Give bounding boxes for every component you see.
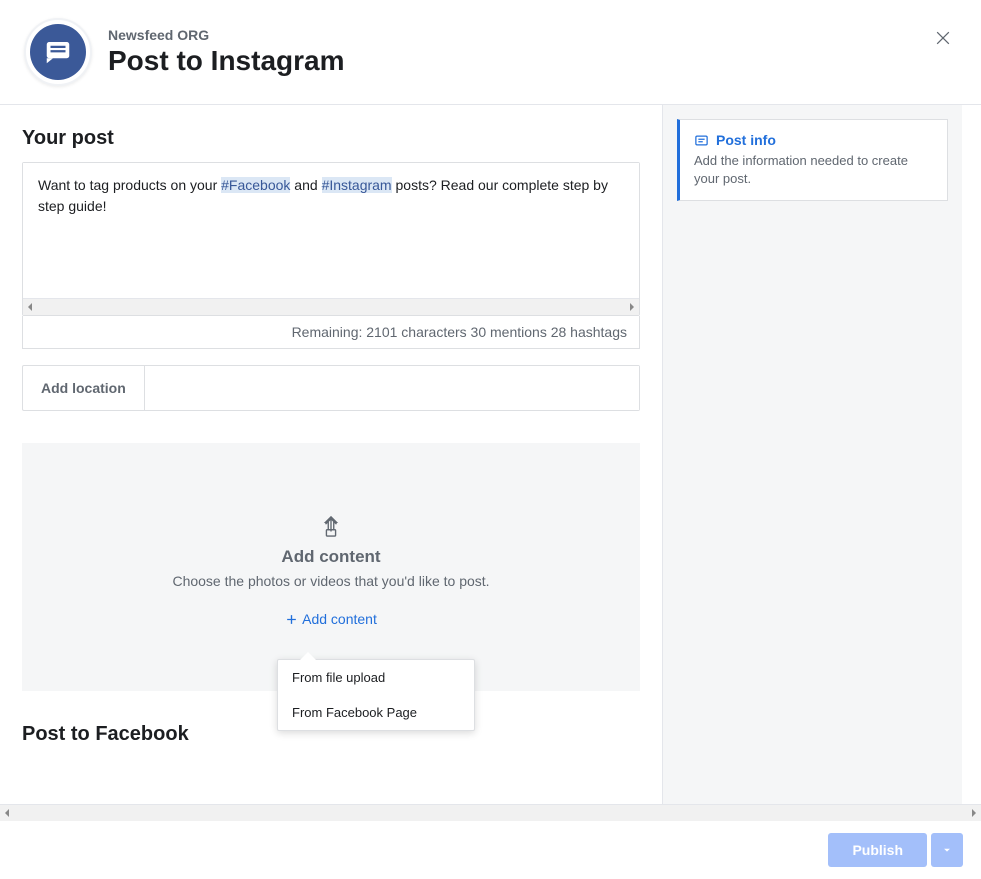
horizontal-scrollbar[interactable] (23, 298, 639, 315)
chat-icon (43, 37, 73, 67)
dropdown-file-upload[interactable]: From file upload (278, 660, 474, 695)
add-content-button[interactable]: Add content (285, 611, 377, 627)
add-content-desc: Choose the photos or videos that you'd l… (42, 573, 620, 589)
post-info-title: Post info (694, 132, 933, 148)
post-textarea-container: Want to tag products on your #Facebook a… (22, 162, 640, 316)
your-post-heading: Your post (22, 127, 640, 150)
org-name: Newsfeed ORG (108, 27, 344, 43)
post-text-input[interactable] (23, 163, 639, 293)
location-input[interactable] (145, 366, 639, 410)
close-icon (933, 28, 953, 48)
chevron-down-icon (942, 845, 952, 855)
org-logo (24, 18, 92, 86)
add-content-area: Add content Choose the photos or videos … (22, 443, 640, 691)
location-row: Add location (22, 365, 640, 411)
post-info-desc: Add the information needed to create you… (694, 152, 933, 188)
info-card-icon (694, 133, 709, 148)
publish-button[interactable]: Publish (828, 833, 927, 867)
modal-header: Newsfeed ORG Post to Instagram (0, 0, 981, 105)
dropdown-facebook-page[interactable]: From Facebook Page (278, 695, 474, 730)
page-title: Post to Instagram (108, 45, 344, 77)
sidebar-panel[interactable]: Post info Add the information needed to … (662, 105, 962, 804)
publish-dropdown-button[interactable] (931, 833, 963, 867)
plus-icon (285, 613, 298, 626)
post-info-card: Post info Add the information needed to … (677, 119, 948, 201)
upload-icon (42, 513, 620, 539)
add-content-dropdown: From file upload From Facebook Page (277, 659, 475, 731)
add-content-title: Add content (42, 547, 620, 567)
location-label: Add location (23, 366, 145, 410)
close-button[interactable] (933, 28, 953, 53)
footer-bar: Publish (0, 821, 981, 879)
character-counter: Remaining: 2101 characters 30 mentions 2… (22, 316, 640, 349)
